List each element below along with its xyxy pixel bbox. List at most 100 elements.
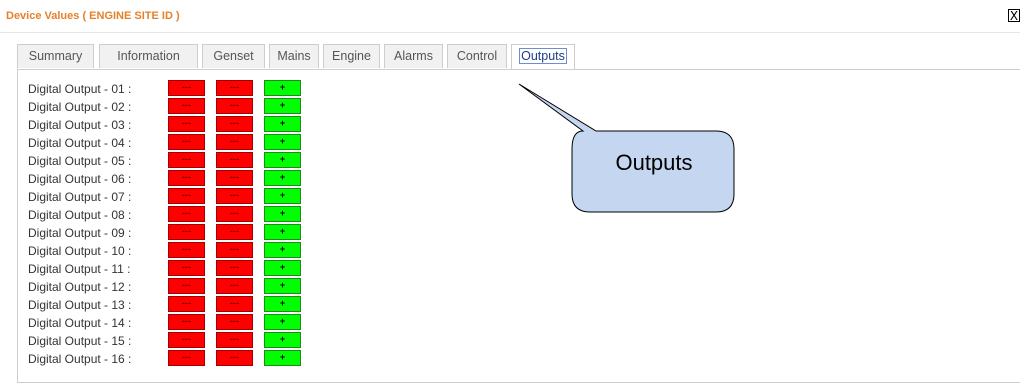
digital-output-row: Digital Output - 10 : --- --- + <box>28 242 328 259</box>
output-off-button[interactable]: --- <box>168 80 205 96</box>
digital-output-label: Digital Output - 16 : <box>28 352 132 366</box>
digital-output-label: Digital Output - 13 : <box>28 298 132 312</box>
digital-output-label: Digital Output - 07 : <box>28 190 132 204</box>
digital-output-label: Digital Output - 08 : <box>28 208 132 222</box>
output-off-button[interactable]: --- <box>168 332 205 348</box>
output-on-button[interactable]: + <box>264 278 301 294</box>
tab-control[interactable]: Control <box>447 44 507 68</box>
digital-output-label: Digital Output - 06 : <box>28 172 132 186</box>
output-on-button[interactable]: + <box>264 80 301 96</box>
output-off-button[interactable]: --- <box>216 296 253 312</box>
digital-output-row: Digital Output - 01 : --- --- + <box>28 80 328 97</box>
output-off-button[interactable]: --- <box>216 152 253 168</box>
output-on-button[interactable]: + <box>264 152 301 168</box>
output-off-button[interactable]: --- <box>168 206 205 222</box>
output-off-button[interactable]: --- <box>168 242 205 258</box>
output-off-button[interactable]: --- <box>168 134 205 150</box>
digital-output-row: Digital Output - 05 : --- --- + <box>28 152 328 169</box>
tab-outputs[interactable]: Outputs <box>511 44 575 70</box>
output-off-button[interactable]: --- <box>168 170 205 186</box>
tab-summary[interactable]: Summary <box>17 44 94 68</box>
digital-output-label: Digital Output - 04 : <box>28 136 132 150</box>
output-off-button[interactable]: --- <box>168 98 205 114</box>
digital-output-row: Digital Output - 13 : --- --- + <box>28 296 328 313</box>
output-off-button[interactable]: --- <box>216 260 253 276</box>
digital-output-row: Digital Output - 04 : --- --- + <box>28 134 328 151</box>
output-off-button[interactable]: --- <box>168 188 205 204</box>
output-on-button[interactable]: + <box>264 314 301 330</box>
tab-label: Engine <box>332 49 371 63</box>
output-off-button[interactable]: --- <box>168 296 205 312</box>
outputs-panel: Digital Output - 01 : --- --- + Digital … <box>17 69 1020 383</box>
output-on-button[interactable]: + <box>264 350 301 366</box>
window-title: Device Values ( ENGINE SITE ID ) <box>6 10 180 22</box>
digital-output-label: Digital Output - 01 : <box>28 82 132 96</box>
digital-output-row: Digital Output - 07 : --- --- + <box>28 188 328 205</box>
digital-output-row: Digital Output - 03 : --- --- + <box>28 116 328 133</box>
output-off-button[interactable]: --- <box>216 188 253 204</box>
digital-output-label: Digital Output - 12 : <box>28 280 132 294</box>
output-off-button[interactable]: --- <box>216 278 253 294</box>
output-off-button[interactable]: --- <box>216 170 253 186</box>
tab-label: Control <box>456 49 498 63</box>
output-off-button[interactable]: --- <box>216 98 253 114</box>
tab-alarms[interactable]: Alarms <box>384 44 443 68</box>
output-on-button[interactable]: + <box>264 188 301 204</box>
digital-output-label: Digital Output - 14 : <box>28 316 132 330</box>
tab-engine[interactable]: Engine <box>323 44 380 68</box>
digital-output-row: Digital Output - 06 : --- --- + <box>28 170 328 187</box>
output-on-button[interactable]: + <box>264 116 301 132</box>
output-off-button[interactable]: --- <box>216 242 253 258</box>
output-on-button[interactable]: + <box>264 170 301 186</box>
output-on-button[interactable]: + <box>264 134 301 150</box>
tab-label: Information <box>117 49 180 63</box>
tab-label: Alarms <box>394 49 433 63</box>
output-off-button[interactable]: --- <box>168 260 205 276</box>
digital-output-label: Digital Output - 15 : <box>28 334 132 348</box>
output-on-button[interactable]: + <box>264 242 301 258</box>
digital-output-row: Digital Output - 09 : --- --- + <box>28 224 328 241</box>
output-on-button[interactable]: + <box>264 206 301 222</box>
tab-label: Summary <box>28 49 83 63</box>
digital-output-row: Digital Output - 15 : --- --- + <box>28 332 328 349</box>
callout-label: Outputs <box>615 150 693 175</box>
output-on-button[interactable]: + <box>264 332 301 348</box>
output-on-button[interactable]: + <box>264 224 301 240</box>
tab-bar: Summary Information Genset Mains Engine … <box>17 44 1020 70</box>
output-on-button[interactable]: + <box>264 296 301 312</box>
window-title-bar: Device Values ( ENGINE SITE ID ) X <box>0 0 1020 33</box>
output-off-button[interactable]: --- <box>168 224 205 240</box>
close-icon[interactable]: X <box>1008 9 1020 22</box>
output-off-button[interactable]: --- <box>168 350 205 366</box>
digital-output-row: Digital Output - 08 : --- --- + <box>28 206 328 223</box>
digital-output-row: Digital Output - 12 : --- --- + <box>28 278 328 295</box>
output-on-button[interactable]: + <box>264 260 301 276</box>
tab-label: Genset <box>213 49 254 63</box>
output-off-button[interactable]: --- <box>168 152 205 168</box>
output-off-button[interactable]: --- <box>168 278 205 294</box>
tab-label: Outputs <box>519 48 567 64</box>
output-off-button[interactable]: --- <box>216 224 253 240</box>
output-off-button[interactable]: --- <box>168 116 205 132</box>
tab-information[interactable]: Information <box>99 44 198 68</box>
output-on-button[interactable]: + <box>264 98 301 114</box>
output-off-button[interactable]: --- <box>216 332 253 348</box>
output-off-button[interactable]: --- <box>216 80 253 96</box>
tab-mains[interactable]: Mains <box>269 44 319 68</box>
output-off-button[interactable]: --- <box>168 314 205 330</box>
digital-output-label: Digital Output - 11 : <box>28 262 131 276</box>
digital-output-label: Digital Output - 09 : <box>28 226 132 240</box>
digital-output-label: Digital Output - 05 : <box>28 154 132 168</box>
digital-output-row: Digital Output - 16 : --- --- + <box>28 350 328 367</box>
digital-output-label: Digital Output - 03 : <box>28 118 132 132</box>
digital-output-row: Digital Output - 11 : --- --- + <box>28 260 328 277</box>
tab-genset[interactable]: Genset <box>202 44 265 68</box>
output-off-button[interactable]: --- <box>216 116 253 132</box>
tab-label: Mains <box>277 49 311 63</box>
output-off-button[interactable]: --- <box>216 134 253 150</box>
output-off-button[interactable]: --- <box>216 314 253 330</box>
output-off-button[interactable]: --- <box>216 350 253 366</box>
digital-output-label: Digital Output - 02 : <box>28 100 132 114</box>
digital-output-row: Digital Output - 14 : --- --- + <box>28 314 328 331</box>
output-off-button[interactable]: --- <box>216 206 253 222</box>
